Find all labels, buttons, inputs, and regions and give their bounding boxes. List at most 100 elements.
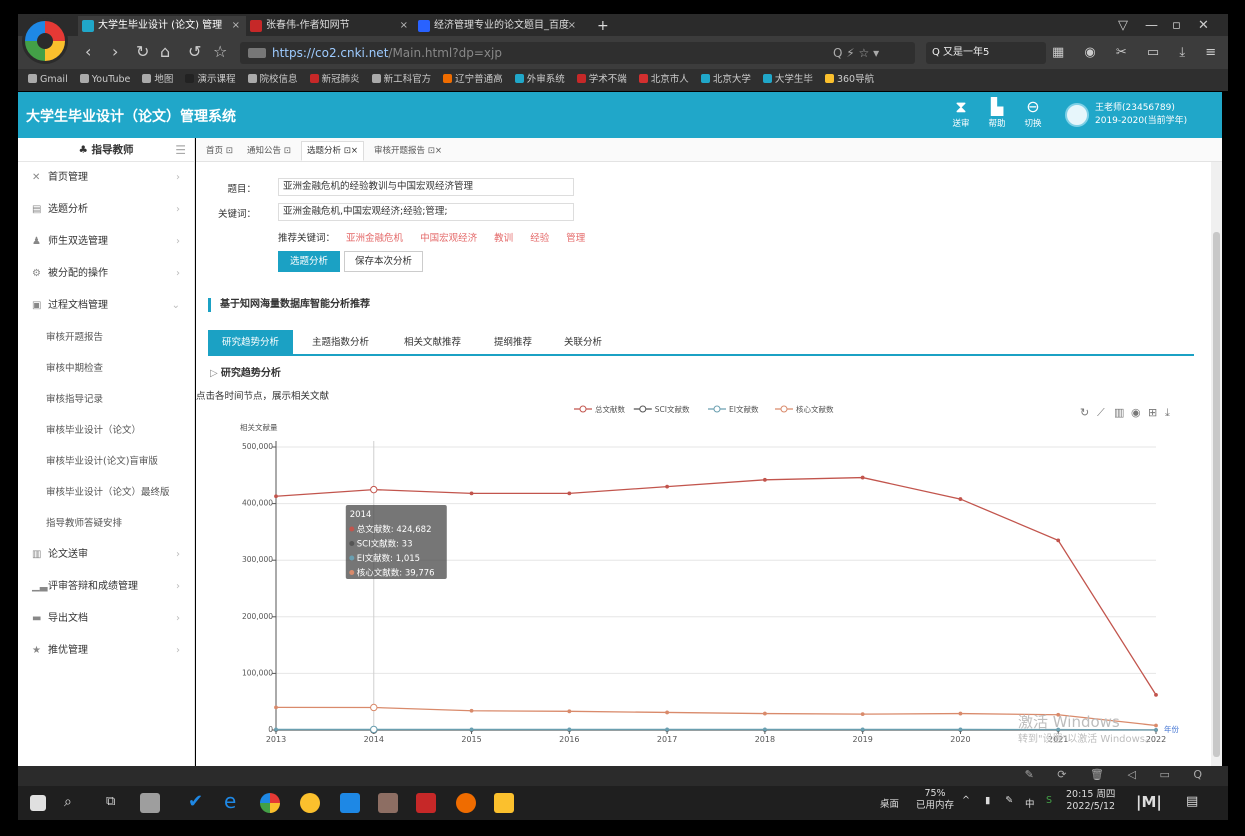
tab-outline[interactable]: 提纲推荐 [480,330,546,356]
sidebar-item-process-docs[interactable]: ▣ 过程文档管理 ⌄ [18,290,194,322]
bookmark[interactable]: YouTube [79,69,130,91]
browser-search-input[interactable]: Q 又是一年5 [926,42,1046,64]
search-icon[interactable]: ⌕ [64,794,72,810]
bookmark[interactable]: 北京大学 [700,69,751,91]
sidebar-subitem[interactable]: 审核毕业设计(论文)盲审版 [18,446,194,477]
recommend-keyword[interactable]: 经验 [530,230,549,244]
sidebar-subitem[interactable]: 审核开题报告 [18,322,194,353]
bookmark[interactable]: 演示课程 [185,69,235,91]
chrome-icon[interactable] [456,793,476,813]
recommend-keyword[interactable]: 中国宏观经济 [420,230,477,244]
desktop-label[interactable]: 桌面 [880,796,899,810]
tab-home[interactable]: 首页 ⊡ [200,141,239,161]
recommend-keyword[interactable]: 亚洲金融危机 [346,230,403,244]
undo-close-icon[interactable]: ↺ [188,42,201,62]
sidebar-subitem[interactable]: 审核中期检查 [18,353,194,384]
sidebar-subitem[interactable]: 审核指导记录 [18,384,194,415]
tab-related-literature[interactable]: 相关文献推荐 [390,330,475,356]
extension-icons[interactable]: ▦ ◉ ✂ ▭ ⤓ ≡ [1052,44,1224,62]
sidebar-item-home[interactable]: ✕ 首页管理 › [18,162,194,194]
bookmark[interactable]: 外审系统 [514,69,565,91]
bookmark[interactable]: 辽宁普通高 [443,69,503,91]
check-app-icon[interactable]: ✔ [188,791,203,812]
site-info-icon[interactable] [248,48,266,58]
tab-association[interactable]: 关联分析 [550,330,616,356]
sidebar-subitem[interactable]: 审核毕业设计（论文） [18,415,194,446]
sidebar-item-topic-analysis[interactable]: ▤ 选题分析 › [18,194,194,226]
file-explorer-icon[interactable] [494,793,514,813]
home-icon[interactable]: ⌂ [160,42,170,62]
new-tab-button[interactable]: + [597,16,609,36]
sidebar-item-defense-grades[interactable]: ▁▃评审答辩和成绩管理 › [18,571,194,603]
sidebar-item-mutual-selection[interactable]: ♟ 师生双选管理 › [18,226,194,258]
url-input[interactable]: https://co2.cnki.net/Main.html?dp=xjp [240,42,915,64]
bookmark[interactable]: 大学生毕 [762,69,813,91]
avatar[interactable] [1065,103,1089,127]
sidebar-item-paper-review[interactable]: ▥ 论文送审 › [18,539,194,571]
forward-icon[interactable]: › [112,42,118,62]
minimize-icon[interactable]: — [1145,16,1158,36]
bookmark[interactable]: 新工科官方 [371,69,431,91]
recommend-keyword[interactable]: 管理 [566,230,585,244]
notification-icon[interactable]: ▤ [1186,794,1198,809]
reload-icon[interactable]: ↻ [136,42,149,62]
app-tray-icon[interactable]: |M| [1136,793,1162,811]
url-action-icons[interactable]: Q ⚡ ☆ ▾ [833,42,879,64]
browser-tab[interactable]: 经济管理专业的论文题目_百度 × [414,16,582,36]
recommend-keyword[interactable]: 教训 [494,230,513,244]
bookmark[interactable]: 学术不端 [576,69,627,91]
memory-indicator[interactable]: 75% 已用内存 [916,788,954,812]
restore-icon[interactable]: ▫ [1172,16,1181,36]
trend-chart-svg[interactable]: 相关文献量 0 100,000 200,000 300,000 400,000 500,00… [196,400,1206,766]
close-window-icon[interactable]: ✕ [1198,16,1209,36]
tab-close-icon[interactable]: × [232,16,240,36]
sogou-icon[interactable]: S [1046,795,1052,806]
scrollbar-thumb[interactable] [1213,232,1220,757]
ime-indicator[interactable]: 中 [1025,796,1035,810]
sidebar-item-export[interactable]: ▬ 导出文档 › [18,603,194,635]
tab-notices[interactable]: 通知公告 ⊡ [241,141,297,161]
app-icon[interactable] [140,793,160,813]
tab-topic-analysis[interactable]: 选题分析 ⊡× [301,141,364,161]
help-button[interactable]: ▙ 帮助 [980,97,1014,129]
status-icons[interactable]: ✎ ⟳ 🗑 ◁ ▭ Q [1025,768,1212,781]
360-browser-icon[interactable] [260,793,280,813]
sidebar-subitem[interactable]: 审核毕业设计（论文）最终版 [18,477,194,508]
app-icon[interactable] [378,793,398,813]
sidebar-subitem[interactable]: 指导教师答疑安排 [18,508,194,539]
tab-close-icon[interactable]: × [568,16,576,36]
browser-tab-active[interactable]: 大学生毕业设计 (论文) 管理 × [78,16,246,36]
back-icon[interactable]: ‹ [85,42,91,62]
tray-icons[interactable]: ^ ▮ ✎ [962,795,1019,806]
browser-tab[interactable]: 张春伟-作者知网节 × [246,16,414,36]
task-view-icon[interactable]: ⧉ [106,794,115,809]
user-info[interactable]: 王老师(23456789) 2019-2020(当前学年) [1095,102,1187,128]
tab-review-proposal[interactable]: 审核开题报告 ⊡× [368,141,448,161]
tab-topic-index[interactable]: 主题指数分析 [298,330,383,356]
tab-research-trend[interactable]: 研究趋势分析 [208,330,294,356]
window-menu-icon[interactable]: ▽ [1118,16,1128,36]
sidebar-item-excellence[interactable]: ★ 推优管理 › [18,635,194,667]
bookmark[interactable]: 360导航 [824,69,874,91]
wps-icon[interactable] [416,793,436,813]
analyze-button[interactable]: 选题分析 [278,251,341,272]
bookmark[interactable]: 新冠肺炎 [309,69,360,91]
submit-review-button[interactable]: ⧗ 送审 [944,97,978,129]
title-field[interactable]: 亚洲金融危机的经验教训与中国宏观经济管理 [278,178,574,196]
app-icon[interactable] [340,793,360,813]
collapse-menu-icon[interactable]: ☰ [175,138,186,162]
switch-button[interactable]: ⊖ 切换 [1016,97,1050,129]
save-analysis-button[interactable]: 保存本次分析 [344,251,424,272]
bookmark[interactable]: 北京市人 [638,69,689,91]
bookmark[interactable]: Gmail [28,69,68,91]
trend-chart[interactable]: 相关文献量 0 100,000 200,000 300,000 400,000 500,00… [196,400,1206,766]
ie-browser-icon[interactable]: e [224,789,236,813]
bookmark[interactable]: 地图 [142,69,173,91]
windows-start-icon[interactable] [30,795,46,811]
keywords-field[interactable]: 亚洲金融危机,中国宏观经济;经验;管理; [278,203,574,221]
app-icon[interactable] [300,793,320,813]
scrollbar[interactable] [1211,162,1222,766]
bookmark[interactable]: 院校信息 [247,69,298,91]
sidebar-item-assigned-ops[interactable]: ⚙ 被分配的操作 › [18,258,194,290]
clock[interactable]: 20:15 周四 2022/5/12 [1066,789,1115,813]
